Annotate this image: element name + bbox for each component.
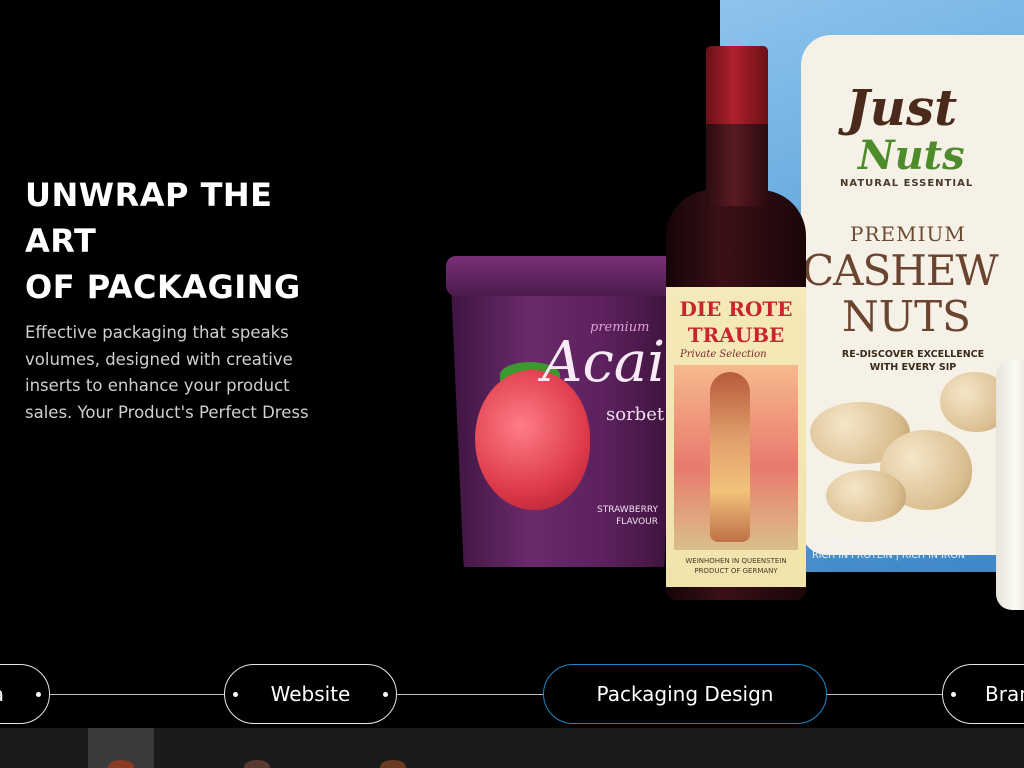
hero-description: Effective packaging that speaks volumes,… <box>25 323 309 422</box>
pouch-brand-nuts: Nuts <box>858 132 965 179</box>
wine-label-title: DIE ROTE TRAUBE <box>679 297 793 347</box>
dot-icon <box>233 692 238 697</box>
side-bottle-image <box>996 360 1024 610</box>
ice-cream-lid <box>446 256 682 296</box>
pouch-subtitle: NATURAL ESSENTIAL <box>840 178 974 189</box>
pouch-brand-just: Just <box>846 78 958 137</box>
dot-icon <box>383 692 388 697</box>
category-pill-prev[interactable]: a <box>0 664 50 724</box>
next-section-icon <box>244 760 270 768</box>
category-label: Bran <box>985 682 1024 706</box>
hero-section: UNWRAP THE ART OF PACKAGING Effective pa… <box>0 0 1024 768</box>
pouch-name-line2: NUTS <box>842 292 971 341</box>
dot-icon <box>36 692 41 697</box>
tub-name: Acai <box>542 330 666 395</box>
next-section-icon <box>108 760 134 768</box>
category-pill-website[interactable]: Website <box>224 664 397 724</box>
pouch-name-line1: CASHEW <box>802 246 999 295</box>
category-nav: a Website Packaging Design Bran <box>0 664 1024 726</box>
pouch-premium: PREMIUM <box>850 222 966 246</box>
pouch-tagline: RE-DISCOVER EXCELLENCE WITH EVERY SIP <box>841 349 985 373</box>
category-pill-next[interactable]: Bran <box>942 664 1024 724</box>
tub-sub: sorbet <box>606 404 665 425</box>
wine-label-footer: WEINHOHEN IN QUEENSTEIN PRODUCT OF GERMA… <box>685 557 787 575</box>
nav-connector-line <box>0 694 1024 695</box>
hero-title: UNWRAP THE ART OF PACKAGING <box>25 176 301 306</box>
category-pill-packaging-design[interactable]: Packaging Design <box>543 664 827 724</box>
category-label: Website <box>270 682 351 706</box>
wine-label-figure <box>710 372 750 542</box>
packaging-showcase: Just Nuts NATURAL ESSENTIAL PREMIUM CASH… <box>440 0 1024 615</box>
cashew-image <box>826 470 906 522</box>
dot-icon <box>951 692 956 697</box>
category-label: a <box>0 682 4 706</box>
hero-text: UNWRAP THE ART OF PACKAGING Effective pa… <box>25 172 355 426</box>
tub-flavour: STRAWBERRY FLAVOUR <box>597 505 658 527</box>
pouch-footer: NO TRANS FAT | NO CHOLESTERO RICH IN PRO… <box>812 538 972 561</box>
wine-bottle-cap <box>706 46 768 124</box>
wine-label-script: Private Selection <box>680 349 767 360</box>
category-label: Packaging Design <box>596 682 774 706</box>
next-section-icon <box>380 760 406 768</box>
